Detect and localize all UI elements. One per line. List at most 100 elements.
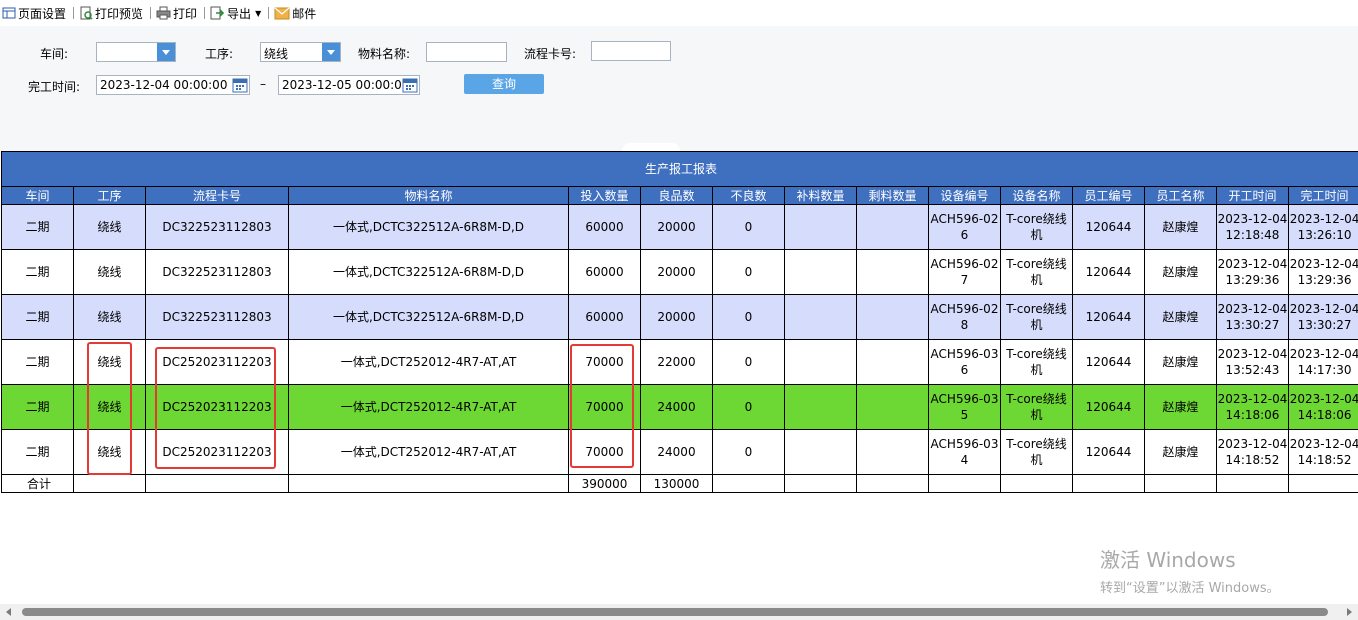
table-cell: 2023-12-04 14:18:06	[1216, 384, 1289, 430]
table-cell: 120644	[1072, 249, 1145, 295]
print-label: 打印	[173, 6, 198, 21]
column-header[interactable]: 完工时间	[1287, 186, 1358, 205]
highlight-box-card-number	[155, 347, 276, 469]
table-cell: 赵康煌	[1144, 204, 1217, 250]
table-cell: 2023-12-04 13:30:27	[1287, 294, 1358, 340]
table-cell: 20000	[640, 204, 713, 250]
column-header[interactable]: 良品数	[640, 186, 713, 205]
column-header[interactable]: 不良数	[712, 186, 785, 205]
calendar-icon[interactable]	[232, 77, 248, 93]
total-cell	[145, 474, 289, 493]
print-preview-button[interactable]: 打印预览	[77, 2, 147, 24]
collapse-handle[interactable]	[622, 143, 680, 151]
page-setup-button[interactable]: 页面设置	[0, 2, 70, 24]
table-cell	[784, 429, 857, 475]
table-cell: 一体式,DCT252012-4R7-AT,AT	[288, 384, 569, 430]
column-header[interactable]: 开工时间	[1216, 186, 1289, 205]
table-cell: ACH596-027	[928, 249, 1001, 295]
table-cell: 一体式,DCTC322512A-6R8M-D,D	[288, 204, 569, 250]
total-row: 合计 390000 130000	[1, 474, 1358, 493]
table-cell: 一体式,DCT252012-4R7-AT,AT	[288, 429, 569, 475]
table-cell: 0	[712, 339, 785, 385]
table-cell: 20000	[640, 294, 713, 340]
table-cell: 2023-12-04 13:26:10	[1287, 204, 1358, 250]
table-cell: 一体式,DCT252012-4R7-AT,AT	[288, 339, 569, 385]
table-cell: 60000	[568, 249, 641, 295]
table-cell: 赵康煌	[1144, 339, 1217, 385]
table-cell: 0	[712, 429, 785, 475]
page-setup-icon	[2, 7, 16, 19]
column-header[interactable]: 工序	[73, 186, 146, 205]
scroll-right-icon[interactable]	[1347, 608, 1352, 616]
column-header[interactable]: 设备名称	[1000, 186, 1073, 205]
column-header[interactable]: 投入数量	[568, 186, 641, 205]
chevron-down-icon[interactable]	[157, 43, 175, 61]
table-row[interactable]: 二期 绕线 DC322523112803 一体式,DCTC322512A-6R8M-D…	[1, 294, 1358, 340]
table-cell: 120644	[1072, 384, 1145, 430]
print-preview-icon	[80, 6, 93, 20]
highlight-box-input-qty	[570, 344, 634, 468]
export-dropdown[interactable]: 导出 ▼	[208, 2, 265, 24]
table-cell: 二期	[1, 384, 74, 430]
total-cell	[1216, 474, 1289, 493]
table-cell: 2023-12-04 14:18:52	[1287, 429, 1358, 475]
finish-time-from-value: 2023-12-04 00:00:00	[100, 78, 228, 92]
finish-time-to-field[interactable]: 2023-12-05 00:00:00	[278, 75, 420, 95]
column-header[interactable]: 设备编号	[928, 186, 1001, 205]
column-header[interactable]: 补料数量	[784, 186, 857, 205]
report-header-row: 车间 工序 流程卡号 物料名称 投入数量 良品数 不良数 补料数量 剩料数量 设备编号 设备名称 员工…	[1, 186, 1358, 205]
card-label: 流程卡号:	[524, 47, 577, 61]
calendar-icon[interactable]	[402, 77, 418, 93]
table-cell: 2023-12-04 14:18:52	[1216, 429, 1289, 475]
process-select[interactable]: 绕线	[260, 42, 341, 62]
table-cell: 0	[712, 384, 785, 430]
column-header[interactable]: 剩料数量	[856, 186, 929, 205]
watermark-subtitle: 转到“设置”以激活 Windows。	[1100, 581, 1280, 596]
table-cell: 24000	[640, 384, 713, 430]
finish-time-label: 完工时间:	[28, 80, 81, 94]
column-header[interactable]: 员工编号	[1072, 186, 1145, 205]
table-cell: ACH596-026	[928, 204, 1001, 250]
filter-panel: 车间: 工序: 绕线 物料名称: 流程卡号: 完工时间: 2023-12-04 …	[0, 26, 1358, 151]
toolbar: 页面设置 打印预览 打印 导出 ▼ 邮件	[0, 0, 1358, 26]
table-cell: 22000	[640, 339, 713, 385]
table-cell: 120644	[1072, 339, 1145, 385]
mail-button[interactable]: 邮件	[272, 2, 320, 24]
table-cell	[856, 204, 929, 250]
scrollbar-thumb[interactable]	[22, 608, 1328, 616]
column-header[interactable]: 流程卡号	[145, 186, 289, 205]
table-cell	[784, 384, 857, 430]
table-cell	[856, 339, 929, 385]
process-value: 绕线	[264, 47, 289, 61]
table-cell: 赵康煌	[1144, 294, 1217, 340]
table-cell	[856, 429, 929, 475]
table-cell: 60000	[568, 204, 641, 250]
page-setup-label: 页面设置	[18, 6, 67, 21]
finish-time-from-field[interactable]: 2023-12-04 00:00:00	[96, 75, 250, 95]
total-cell: 390000	[568, 474, 641, 493]
table-cell	[784, 294, 857, 340]
table-cell: T-core绕线机	[1000, 204, 1073, 250]
total-label: 合计	[1, 474, 74, 493]
query-button[interactable]: 查询	[464, 74, 544, 94]
report-title: 生产报工报表	[0, 151, 1358, 187]
material-input[interactable]	[426, 42, 507, 62]
table-cell: ACH596-034	[928, 429, 1001, 475]
table-row[interactable]: 二期 绕线 DC322523112803 一体式,DCTC322512A-6R8M-D…	[1, 204, 1358, 250]
column-header[interactable]: 车间	[1, 186, 74, 205]
chevron-down-icon[interactable]	[322, 43, 340, 61]
table-cell	[784, 339, 857, 385]
table-cell: 0	[712, 294, 785, 340]
table-cell: 2023-12-04 13:29:36	[1216, 249, 1289, 295]
total-cell	[784, 474, 857, 493]
card-number-input[interactable]	[591, 41, 671, 61]
scroll-left-icon[interactable]	[6, 608, 11, 616]
total-cell: 130000	[640, 474, 713, 493]
table-row[interactable]: 二期 绕线 DC322523112803 一体式,DCTC322512A-6R8M-D…	[1, 249, 1358, 295]
workshop-select[interactable]	[96, 42, 176, 62]
table-cell: 120644	[1072, 204, 1145, 250]
horizontal-scrollbar[interactable]	[0, 604, 1358, 620]
print-button[interactable]: 打印	[154, 2, 201, 24]
column-header[interactable]: 员工名称	[1144, 186, 1217, 205]
column-header[interactable]: 物料名称	[288, 186, 569, 205]
